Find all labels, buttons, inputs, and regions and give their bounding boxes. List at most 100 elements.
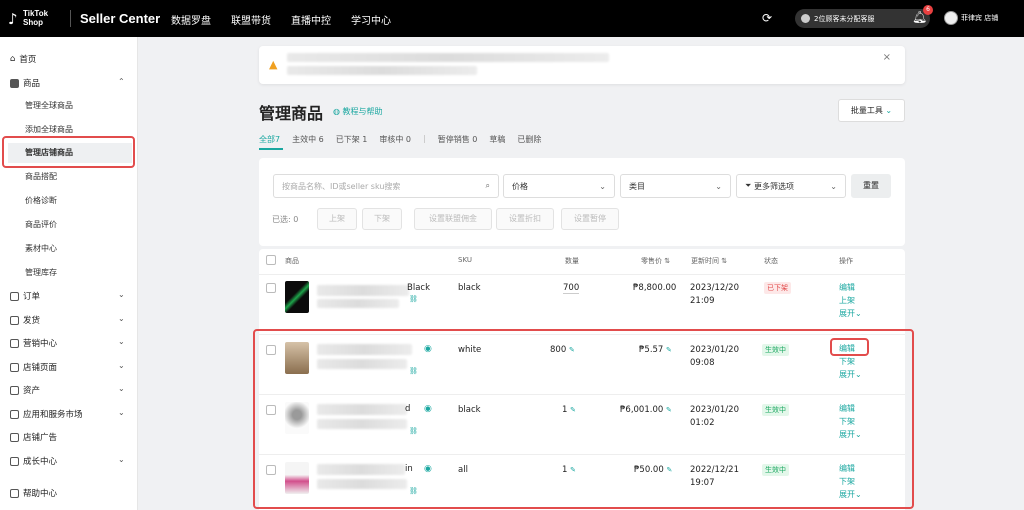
set-commission-button[interactable]: 设置联盟佣金 — [414, 208, 492, 230]
apps-grid-icon — [10, 409, 19, 419]
sidebar-item-manage-store-products[interactable]: 管理店铺商品 — [8, 143, 132, 163]
link-icon[interactable]: ⛓ — [409, 367, 418, 375]
quantity-value[interactable]: 1 ✎ — [562, 465, 576, 475]
headset-icon[interactable]: ⟳ — [762, 11, 772, 25]
eye-icon[interactable]: ◉ — [424, 404, 432, 414]
sidebar-item-growth-center[interactable]: 成长中心 — [10, 455, 57, 467]
edit-link[interactable]: 编辑 — [839, 462, 862, 475]
close-icon[interactable]: × — [883, 52, 891, 63]
batch-tools-button[interactable]: 批量工具 ⌄ — [838, 99, 905, 122]
list-link[interactable]: 上架 — [839, 294, 862, 307]
tab-reviewing[interactable]: 审核中 0 — [379, 134, 411, 145]
link-icon[interactable]: ⛓ — [409, 427, 418, 435]
chevron-down-icon: ⌄ — [885, 106, 893, 115]
reset-button[interactable]: 重置 — [851, 174, 891, 198]
eye-icon[interactable]: ◉ — [424, 464, 432, 474]
delist-button[interactable]: 下架 — [362, 208, 402, 230]
chevron-down-icon[interactable]: ⌄ — [118, 290, 125, 299]
price-filter[interactable]: 价格 ⌄ — [503, 174, 615, 198]
expand-link[interactable]: 展开⌄ — [839, 428, 862, 441]
nav-data-compass[interactable]: 数据罗盘 — [171, 12, 211, 27]
sidebar-item-app-market[interactable]: 应用和服务市场 — [10, 408, 83, 420]
product-thumbnail[interactable] — [285, 342, 309, 374]
sidebar-item-help[interactable]: 帮助中心 — [10, 487, 57, 499]
row-checkbox[interactable] — [266, 345, 276, 355]
delist-link[interactable]: 下架 — [839, 415, 862, 428]
chevron-down-icon[interactable]: ⌄ — [118, 455, 125, 464]
link-icon[interactable]: ⛓ — [409, 487, 418, 495]
quantity-value[interactable]: 700 — [563, 283, 580, 294]
list-button[interactable]: 上架 — [317, 208, 357, 230]
help-link[interactable]: ◍ 教程与帮助 — [333, 106, 383, 117]
sidebar-item-products[interactable]: 商品 — [10, 77, 40, 89]
tab-all[interactable]: 全部7 — [259, 134, 280, 145]
tab-delisted[interactable]: 已下架 1 — [336, 134, 368, 145]
status-badge: 生效中 — [762, 464, 789, 476]
chevron-down-icon[interactable]: ⌄ — [118, 314, 125, 323]
nav-learning-center[interactable]: 学习中心 — [351, 12, 391, 27]
status-badge: 已下架 — [764, 282, 791, 294]
sidebar-item-reviews[interactable]: 商品评价 — [25, 219, 57, 230]
chevron-up-icon[interactable]: ⌃ — [118, 77, 125, 86]
link-icon[interactable]: ⛓ — [409, 295, 418, 303]
chevron-down-icon[interactable]: ⌄ — [118, 337, 125, 346]
product-name[interactable]: d — [405, 404, 410, 414]
quantity-value[interactable]: 1 ✎ — [562, 405, 576, 415]
product-name[interactable]: in — [405, 464, 413, 474]
sidebar-item-marketing[interactable]: 营销中心 — [10, 337, 57, 349]
sidebar-item-media-center[interactable]: 素材中心 — [25, 243, 57, 254]
search-icon[interactable]: ⌕ — [486, 181, 490, 191]
edit-link[interactable]: 编辑 — [839, 402, 862, 415]
tab-suspended[interactable]: 暂停销售 0 — [438, 134, 478, 145]
tiktok-shop-logo[interactable]: ♪ TikTok Shop — [8, 8, 66, 30]
user-menu[interactable]: 菲律宾 店铺 — [944, 11, 998, 25]
select-all-checkbox[interactable] — [266, 255, 276, 265]
sidebar-item-inventory[interactable]: 管理库存 — [25, 267, 57, 278]
quantity-value[interactable]: 800 ✎ — [550, 345, 575, 355]
sidebar-item-price-diagnosis[interactable]: 价格诊断 — [25, 195, 57, 206]
tiktok-note-icon: ♪ — [8, 10, 18, 28]
delist-link[interactable]: 下架 — [839, 475, 862, 488]
sidebar-item-manage-global[interactable]: 管理全球商品 — [25, 100, 73, 111]
chevron-down-icon[interactable]: ⌄ — [118, 384, 125, 393]
set-pause-button[interactable]: 设置暂停 — [561, 208, 619, 230]
search-input[interactable]: 按商品名称、ID或seller sku搜索 ⌕ — [273, 174, 499, 198]
tab-drafts[interactable]: 草稿 — [489, 134, 505, 145]
sidebar-item-assets[interactable]: 资产 — [10, 384, 40, 396]
chevron-down-icon: ⌄ — [599, 181, 606, 191]
category-filter[interactable]: 类目 ⌄ — [620, 174, 731, 198]
edit-link[interactable]: 编辑 — [839, 342, 862, 355]
sidebar-item-store-pages[interactable]: 店铺页面 — [10, 361, 57, 373]
expand-link[interactable]: 展开⌄ — [839, 368, 862, 381]
sidebar-item-shipping[interactable]: 发货 — [10, 314, 40, 326]
chevron-down-icon[interactable]: ⌄ — [118, 408, 125, 417]
time-sort-header[interactable]: 更新时间 ⇅ — [691, 256, 727, 266]
price-sort-header[interactable]: 零售价 ⇅ — [641, 256, 670, 266]
edit-link[interactable]: 编辑 — [839, 281, 862, 294]
sidebar-item-home[interactable]: ⌂ 首页 — [10, 53, 36, 65]
row-checkbox[interactable] — [266, 465, 276, 475]
set-discount-button[interactable]: 设置折扣 — [496, 208, 554, 230]
tab-deleted[interactable]: 已删除 — [517, 134, 541, 145]
tab-active[interactable]: 主效中 6 — [292, 134, 324, 145]
product-name[interactable]: Black — [407, 283, 430, 293]
table-header: 商品 SKU 数量 零售价 ⇅ 更新时间 ⇅ 状态 操作 — [259, 249, 905, 271]
sidebar-item-orders[interactable]: 订单 — [10, 290, 40, 302]
expand-link[interactable]: 展开⌄ — [839, 488, 862, 501]
sidebar-item-bundles[interactable]: 商品搭配 — [25, 171, 57, 182]
product-thumbnail[interactable] — [285, 462, 309, 494]
delist-link[interactable]: 下架 — [839, 355, 862, 368]
expand-link[interactable]: 展开⌄ — [839, 307, 862, 320]
product-thumbnail[interactable] — [285, 281, 309, 313]
row-checkbox[interactable] — [266, 405, 276, 415]
nav-affiliate[interactable]: 联盟带货 — [231, 12, 271, 27]
chevron-down-icon[interactable]: ⌄ — [118, 361, 125, 370]
more-filters-dropdown[interactable]: ⏷ 更多筛选项 ⌄ — [736, 174, 846, 198]
row-checkbox[interactable] — [266, 283, 276, 293]
product-thumbnail[interactable] — [285, 402, 309, 434]
nav-live-control[interactable]: 直播中控 — [291, 12, 331, 27]
sidebar-item-store-ads[interactable]: 店铺广告 — [10, 431, 57, 443]
eye-icon[interactable]: ◉ — [424, 344, 432, 354]
sidebar-item-add-global[interactable]: 添加全球商品 — [25, 124, 73, 135]
customer-service-pill[interactable]: 2位顾客未分配客服 ⌄ — [795, 9, 930, 28]
